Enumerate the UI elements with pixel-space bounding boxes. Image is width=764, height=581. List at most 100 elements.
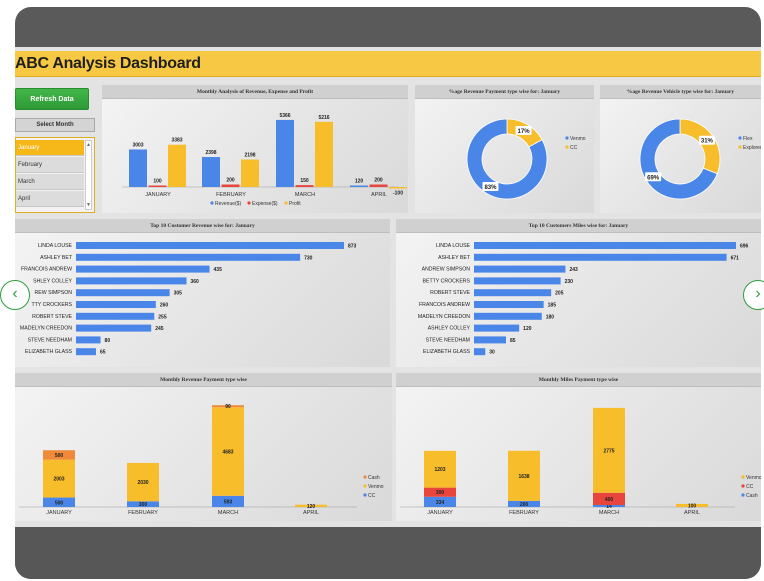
slicer-item-january[interactable]: January (16, 140, 84, 156)
bottom-bar (15, 527, 761, 579)
chevron-right-icon: › (755, 285, 761, 302)
data-label: 500 (55, 453, 64, 459)
data-label: 334 (436, 500, 445, 506)
data-label: 3003 (132, 142, 143, 148)
month-slicer[interactable]: January February March April ▲ ▼ (15, 137, 95, 213)
legend-label: Explorer (743, 145, 761, 151)
data-label: 245 (155, 326, 164, 332)
legend-label: CC (570, 145, 578, 151)
data-label: 500 (55, 500, 64, 506)
data-label: 120 (307, 504, 316, 510)
slice-label: 83% (484, 185, 497, 191)
hbar-1 (474, 253, 727, 261)
data-label: 243 (569, 267, 578, 273)
top-revenue-panel: Top 10 Customer Revenue wise for: Januar… (15, 219, 390, 367)
category-label: TTY CROCKERS (31, 302, 72, 308)
refresh-data-button[interactable]: Refresh Data (15, 88, 89, 110)
data-label: 671 (731, 255, 740, 261)
data-label: 4683 (222, 450, 233, 456)
x-tick-label: APRIL (303, 510, 319, 516)
monthly-analysis-panel: Monthly Analysis of Revenue, Expense and… (102, 85, 408, 213)
slice-label: 31% (701, 139, 714, 145)
top-miles-panel: Top 10 Customers Miles wise for: January… (396, 219, 761, 367)
donut-slice-explorer (679, 118, 721, 175)
title-bar: ABC Analysis Dashboard (15, 51, 761, 77)
monthly-analysis-chart: 3003 2398 5366 120 100 200 150 200 3383 2198 5216 -… (122, 113, 407, 207)
legend-marker (738, 136, 742, 140)
x-tick-label: JANUARY (427, 510, 453, 516)
category-label: FRANCOIS ANDREW (419, 302, 470, 308)
category-label: ASHLEY COLLEY (428, 326, 471, 332)
data-label: 400 (605, 497, 614, 503)
bar-expense-3 (369, 184, 388, 187)
x-tick-label: APRIL (371, 192, 387, 198)
x-tick-label: JANUARY (145, 192, 171, 198)
x-tick-label: FEBRUARY (128, 510, 158, 516)
category-label: ASHLEY BET (40, 255, 73, 261)
x-tick-label: APRIL (684, 510, 700, 516)
category-label: BETTY CROCKERS (423, 278, 471, 284)
category-label: ROBERT STEVE (430, 290, 470, 296)
data-label: 180 (546, 314, 555, 320)
miles-payment-panel: Monthly Miles Payment type wise 334 300 12… (396, 373, 761, 521)
hbar-7 (474, 324, 520, 332)
data-label: 255 (158, 314, 167, 320)
legend-marker (741, 475, 745, 479)
data-label: 30 (489, 350, 495, 356)
legend-label: Revenue($) (215, 201, 241, 207)
legend-label: Venmo (368, 484, 384, 490)
data-label: 200 (226, 178, 235, 184)
data-label: 2003 (53, 477, 64, 483)
x-tick-label: MARCH (218, 510, 238, 516)
legend-marker (363, 493, 367, 497)
legend-marker (741, 493, 745, 497)
category-label: ELIZABETH GLASS (25, 349, 73, 355)
data-label: 230 (565, 279, 574, 285)
data-label: 200 (374, 178, 383, 184)
data-label: 435 (214, 267, 223, 273)
data-label: -100 (393, 191, 403, 197)
data-label: 200 (520, 502, 529, 508)
scroll-up-icon[interactable]: ▲ (86, 142, 91, 148)
category-label: STEVE NEEDHAM (28, 337, 72, 343)
category-label: MADELYN CREEDON (20, 326, 72, 332)
category-label: MADELYN CREEDON (418, 314, 470, 320)
data-label: 2775 (603, 448, 614, 454)
slicer-item-february[interactable]: February (16, 157, 84, 173)
slicer-scrollbar[interactable]: ▲ ▼ (85, 140, 92, 210)
screenshot-frame: ABC Analysis Dashboard Refresh Data Sele… (15, 7, 761, 579)
slicer-item-march[interactable]: March (16, 174, 84, 190)
hbar-4 (76, 289, 170, 297)
revenue-payment-title: Monthly Revenue Payment type wise (15, 373, 392, 387)
miles-payment-chart: 3343001203JANUARY2001638FEBRUARY14400277… (400, 407, 761, 516)
legend-marker (738, 145, 742, 149)
revenue-payment-chart: 500 2003 500 JANUARY 300 2030 FEBRUARY 593 4683 9… (19, 404, 384, 516)
legend-marker (565, 136, 569, 140)
x-tick-label: FEBRUARY (509, 510, 539, 516)
data-label: 90 (225, 404, 231, 410)
payment-donut-title: %age Revenue Payment type wise for: Janu… (415, 85, 594, 99)
data-label: 593 (224, 499, 233, 505)
legend-label: CC (746, 484, 754, 490)
prev-slide-button[interactable]: ‹ (0, 280, 30, 310)
data-label: 5366 (279, 113, 290, 119)
category-label: STEVE NEEDHAM (426, 337, 470, 343)
slicer-item-april[interactable]: April (16, 191, 84, 207)
data-label: 65 (100, 350, 106, 356)
legend-label: Cash (746, 493, 758, 499)
category-label: REW SIMPSON (35, 290, 73, 296)
data-label: 360 (191, 279, 200, 285)
legend-label: Venmo (570, 136, 586, 142)
vehicle-donut-chart: 31% 69% Flex Explorer (639, 118, 761, 200)
data-label: 100 (153, 179, 162, 185)
data-label: 1638 (518, 474, 529, 480)
top-revenue-chart: LINDA LOUSE 873 ASHLEY BET 730 FRANCOIS ANDR… (20, 242, 357, 356)
data-label: 185 (548, 303, 557, 309)
x-tick-label: JANUARY (46, 510, 72, 516)
scroll-down-icon[interactable]: ▼ (86, 202, 91, 208)
legend-label: CC (368, 493, 376, 499)
category-label: LINDA LOUSE (436, 243, 471, 249)
vehicle-donut-title: %age Revenue Vehicle type wise for: Janu… (600, 85, 761, 99)
data-label: 3383 (171, 138, 182, 144)
category-label: ASHLEY BET (438, 255, 471, 261)
